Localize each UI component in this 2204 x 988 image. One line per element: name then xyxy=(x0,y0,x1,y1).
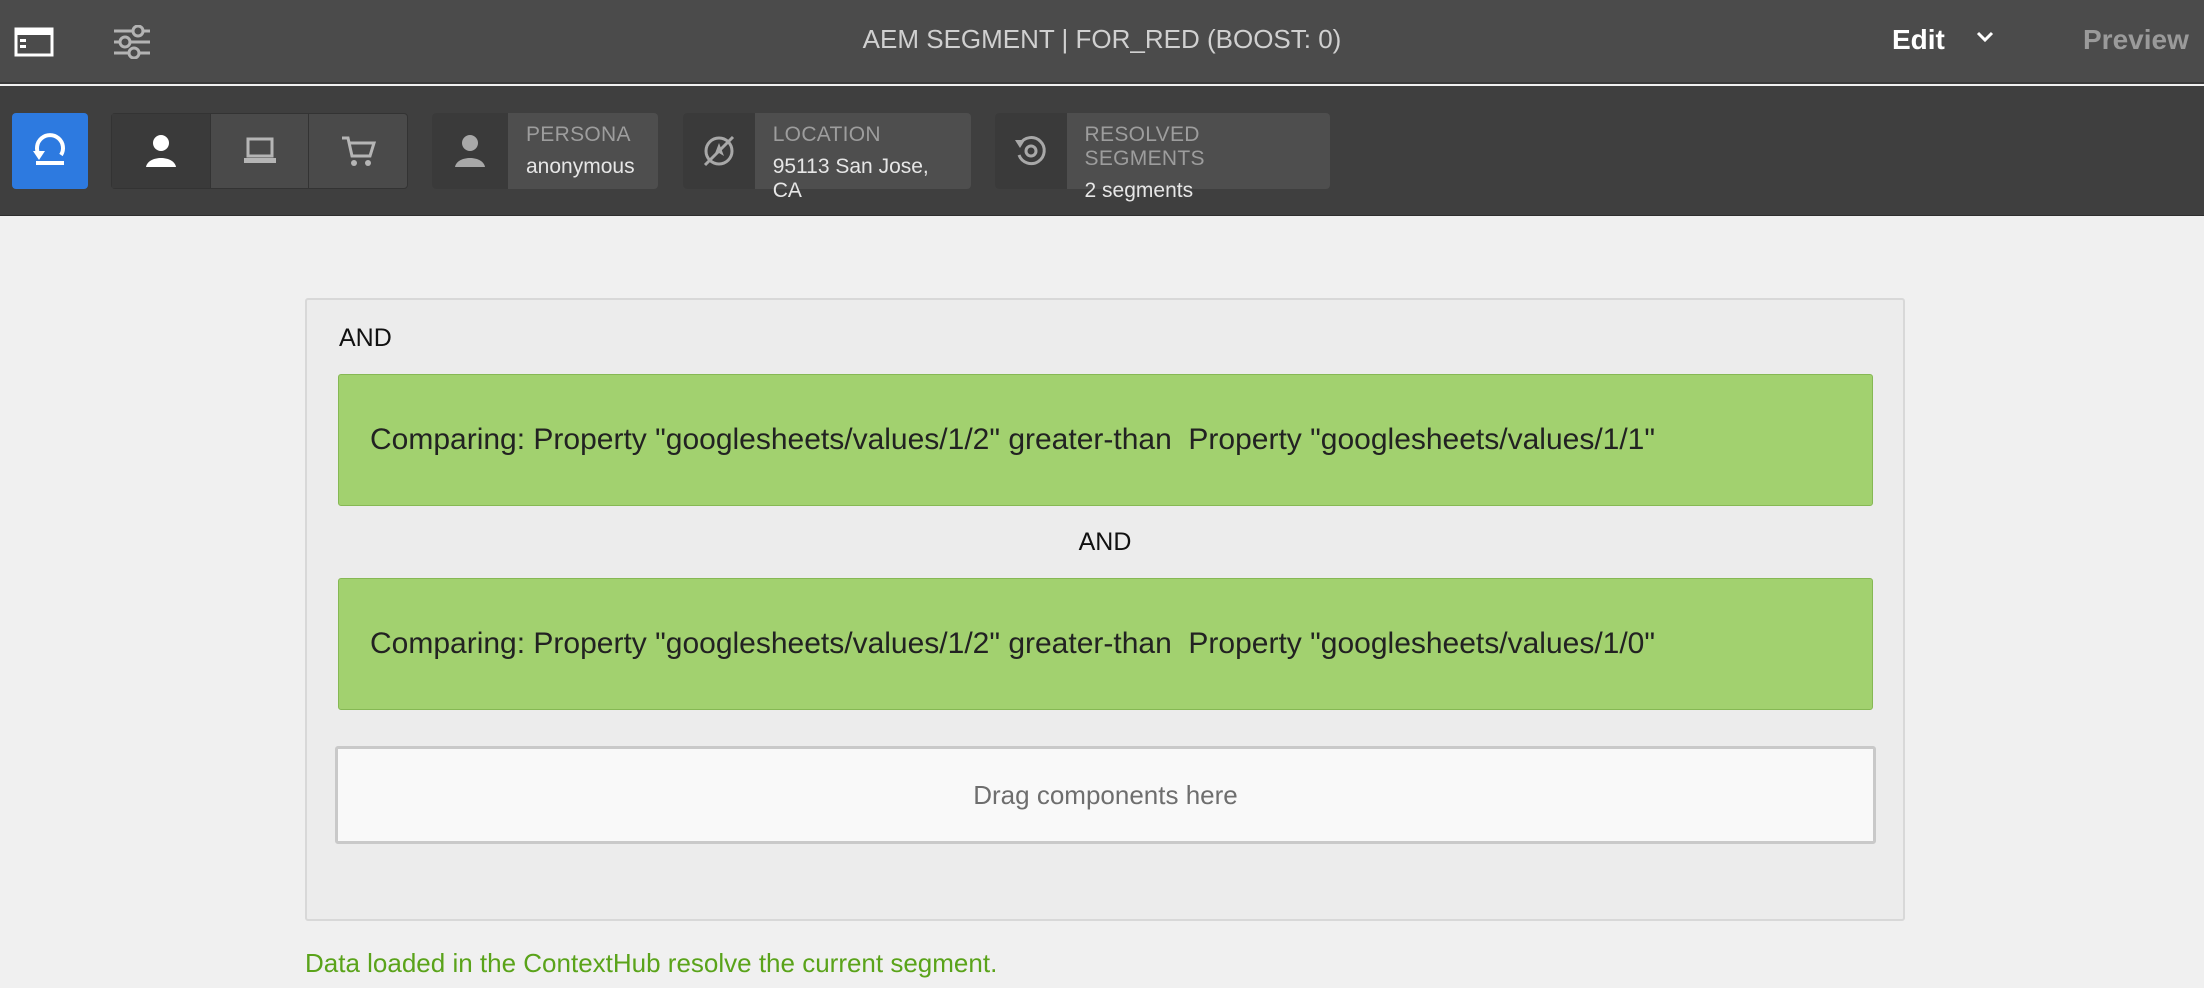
persona-card[interactable]: PERSONA anonymous xyxy=(432,113,658,189)
segments-history-icon xyxy=(995,113,1067,189)
laptop-icon xyxy=(243,137,276,163)
location-icon xyxy=(683,113,755,189)
condition-block[interactable]: Comparing: Property "googlesheets/values… xyxy=(338,578,1873,710)
undo-button[interactable] xyxy=(12,113,88,189)
container-operator[interactable]: AND xyxy=(339,324,392,353)
condition-block[interactable]: Comparing: Property "googlesheets/values… xyxy=(338,374,1873,506)
cart-module-button[interactable] xyxy=(309,114,407,188)
persona-value: anonymous xyxy=(526,155,635,178)
segment-container[interactable]: AND Comparing: Property "googlesheets/va… xyxy=(305,298,1905,921)
undo-icon xyxy=(33,133,65,165)
top-toolbar: AEM SEGMENT | FOR_RED (BOOST: 0) Edit Pr… xyxy=(0,0,2204,84)
segments-value: 2 segments xyxy=(1084,179,1194,202)
module-switcher xyxy=(111,113,408,189)
user-icon xyxy=(145,135,176,167)
mode-selector[interactable]: Edit xyxy=(1892,24,1945,56)
device-module-button[interactable] xyxy=(211,114,310,188)
resolved-segments-card[interactable]: RESOLVED SEGMENTS 2 segments xyxy=(995,113,1330,202)
location-value: 95113 San Jose, CA xyxy=(772,155,929,202)
cart-icon xyxy=(342,136,377,166)
segments-label: RESOLVED SEGMENTS xyxy=(1084,123,1205,170)
drop-zone[interactable]: Drag components here xyxy=(335,746,1876,844)
condition-text: Comparing: Property "googlesheets/values… xyxy=(370,627,1656,660)
operator-label[interactable]: AND xyxy=(307,528,1903,557)
persona-user-icon xyxy=(432,113,508,189)
chevron-down-icon[interactable] xyxy=(1974,26,1996,53)
condition-text: Comparing: Property "googlesheets/values… xyxy=(370,423,1656,456)
contexthub-bar: PERSONA anonymous LOCATION 95113 San Jos… xyxy=(0,86,2204,216)
persona-module-button[interactable] xyxy=(112,114,211,188)
location-label: LOCATION xyxy=(772,123,881,146)
page-title: AEM SEGMENT | FOR_RED (BOOST: 0) xyxy=(862,24,1342,54)
preview-button[interactable]: Preview xyxy=(2083,24,2189,56)
persona-label: PERSONA xyxy=(526,123,631,146)
location-card[interactable]: LOCATION 95113 San Jose, CA xyxy=(683,113,971,202)
status-message: Data loaded in the ContextHub resolve th… xyxy=(305,948,998,978)
